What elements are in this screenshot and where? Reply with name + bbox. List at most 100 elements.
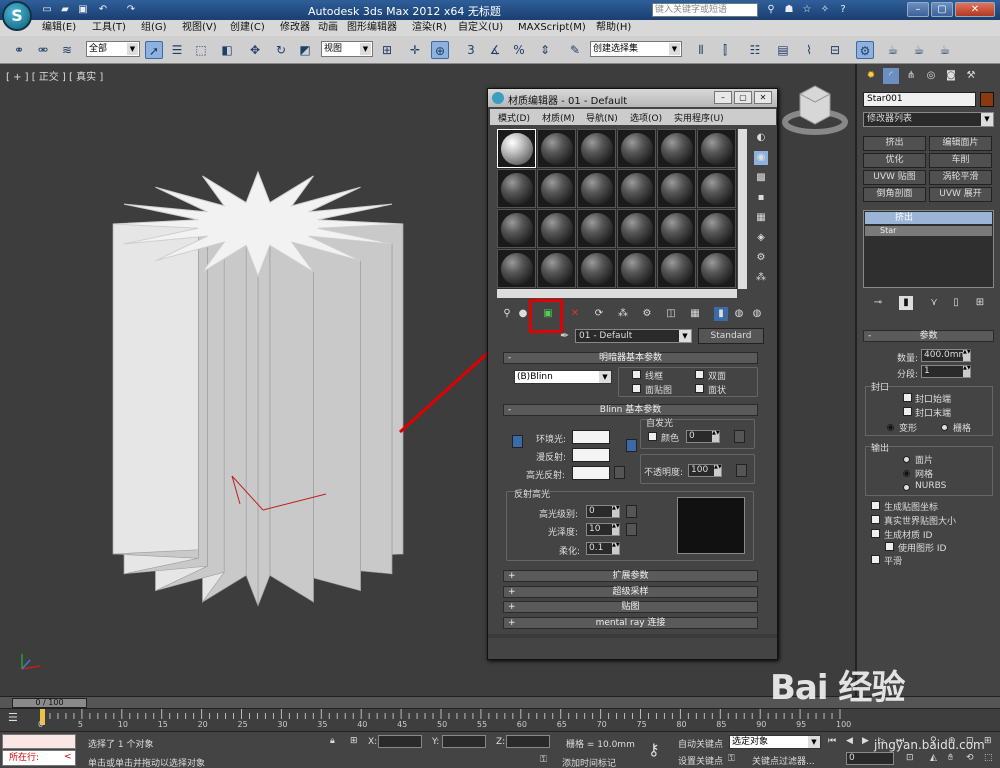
redo-icon[interactable]: ↷ bbox=[124, 3, 138, 16]
face-map-checkbox[interactable] bbox=[632, 384, 641, 393]
selection-filter-select[interactable]: 全部 ▼ bbox=[86, 41, 140, 57]
select-by-name-icon[interactable]: ☰ bbox=[168, 41, 186, 59]
me-maximize-button[interactable]: ▢ bbox=[734, 91, 752, 104]
mental-ray-rollout[interactable]: + mental ray 连接 bbox=[503, 617, 758, 629]
material-sample-slot[interactable] bbox=[697, 209, 736, 248]
material-editor-title-bar[interactable]: 材质编辑器 - 01 - Default – ▢ ✕ bbox=[488, 89, 777, 107]
material-sample-slot[interactable] bbox=[617, 249, 656, 288]
set-key-button[interactable]: 设置关键点 bbox=[678, 754, 723, 767]
slots-vertical-scrollbar[interactable] bbox=[738, 129, 747, 289]
supersampling-rollout[interactable]: + 超级采样 bbox=[503, 586, 758, 598]
play-icon[interactable]: ▶ bbox=[862, 736, 869, 746]
show-end-result-icon[interactable]: ▦ bbox=[688, 307, 702, 321]
add-time-tag-text[interactable]: 添加时间标记 bbox=[562, 756, 616, 768]
material-sample-slot[interactable] bbox=[657, 209, 696, 248]
menu-edit[interactable]: 编辑(E) bbox=[42, 21, 76, 35]
grid-radio[interactable] bbox=[941, 424, 948, 431]
material-sample-slot[interactable] bbox=[497, 129, 536, 168]
display-tab-icon[interactable]: ◙ bbox=[943, 68, 959, 84]
specular-color-swatch[interactable] bbox=[572, 466, 610, 480]
mirror-icon[interactable]: ⫴ bbox=[692, 41, 710, 59]
put-to-library-icon[interactable]: ⁂ bbox=[616, 307, 630, 321]
search-icon[interactable]: ⚲ bbox=[764, 3, 778, 16]
opacity-spinner[interactable]: 100 ▲▼ bbox=[688, 464, 722, 477]
me-menu-mode[interactable]: 模式(D) bbox=[498, 111, 530, 124]
go-to-start-icon[interactable]: ⏮ bbox=[828, 736, 836, 746]
search-input[interactable]: 键入关键字或短语 bbox=[652, 3, 758, 17]
options-icon[interactable]: ⚙ bbox=[754, 251, 768, 265]
mod-button-optimize[interactable]: 优化 bbox=[863, 153, 926, 168]
extrude-side-face[interactable] bbox=[112, 219, 199, 555]
stack-item-extrude[interactable]: 挤出 bbox=[865, 212, 992, 224]
material-name-input[interactable]: 01 - Default ▼ bbox=[575, 329, 692, 343]
schematic-view-icon[interactable]: ⊟ bbox=[826, 41, 844, 59]
hierarchy-tab-icon[interactable]: ⋔ bbox=[903, 68, 919, 84]
named-selection-select[interactable]: 创建选择集 ▼ bbox=[590, 41, 682, 57]
pivot-center-icon[interactable]: ⊞ bbox=[378, 41, 396, 59]
maximize-viewport-icon[interactable]: ⬚ bbox=[984, 753, 993, 763]
rendered-frame-icon[interactable]: ☕ bbox=[910, 41, 928, 59]
mod-button-uvw-map[interactable]: UVW 贴图 bbox=[863, 170, 926, 185]
material-sample-slot[interactable] bbox=[497, 169, 536, 208]
material-sample-slot[interactable] bbox=[537, 129, 576, 168]
motion-tab-icon[interactable]: ◎ bbox=[923, 68, 939, 84]
material-editor-icon[interactable]: ⚙ bbox=[856, 41, 874, 59]
output-patch-radio[interactable] bbox=[903, 456, 910, 463]
material-sample-slot[interactable] bbox=[577, 129, 616, 168]
make-preview-icon[interactable]: ◈ bbox=[754, 231, 768, 245]
modify-tab-icon[interactable]: ◜ bbox=[883, 68, 899, 84]
link-icon[interactable]: ⚭ bbox=[10, 41, 28, 59]
star-icon[interactable]: ☆ bbox=[800, 3, 814, 16]
lock-ambient-diffuse-button[interactable] bbox=[512, 435, 523, 448]
material-sample-slot[interactable] bbox=[657, 249, 696, 288]
self-illum-spinner[interactable]: 0 ▲▼ bbox=[686, 430, 720, 443]
menu-help[interactable]: 帮助(H) bbox=[596, 21, 631, 35]
angle-snap-icon[interactable]: ∡ bbox=[486, 41, 504, 59]
material-sample-slot[interactable] bbox=[537, 169, 576, 208]
morph-radio[interactable] bbox=[887, 424, 894, 431]
blinn-rollout-header[interactable]: - Blinn 基本参数 bbox=[503, 404, 758, 416]
menu-graph-editors[interactable]: 图形编辑器 bbox=[347, 21, 397, 35]
material-sample-slot[interactable] bbox=[697, 249, 736, 288]
tools-icon[interactable]: ✧ bbox=[818, 3, 832, 16]
mod-button-extrude[interactable]: 挤出 bbox=[863, 136, 926, 151]
open-file-icon[interactable]: ▰ bbox=[58, 3, 72, 16]
window-crossing-icon[interactable]: ◧ bbox=[218, 41, 236, 59]
material-sample-slot[interactable] bbox=[617, 129, 656, 168]
material-sample-slot[interactable] bbox=[497, 209, 536, 248]
material-sample-slot[interactable] bbox=[657, 129, 696, 168]
scale-icon[interactable]: ◩ bbox=[296, 41, 314, 59]
menu-tools[interactable]: 工具(T) bbox=[92, 21, 126, 35]
time-slider-thumb[interactable]: 0 / 100 bbox=[12, 698, 87, 708]
extended-params-rollout[interactable]: + 扩展参数 bbox=[503, 570, 758, 582]
keyboard-shortcut-icon[interactable]: ⊕ bbox=[431, 41, 449, 59]
maxscript-listener-mini[interactable] bbox=[2, 734, 76, 749]
wire-checkbox[interactable] bbox=[632, 370, 641, 379]
rect-selection-icon[interactable]: ⬚ bbox=[192, 41, 210, 59]
me-menu-options[interactable]: 选项(O) bbox=[630, 111, 662, 124]
transform-mode-icon[interactable]: ⊞ bbox=[350, 736, 358, 746]
menu-views[interactable]: 视图(V) bbox=[182, 21, 217, 35]
material-sample-slot[interactable] bbox=[577, 209, 616, 248]
create-tab-icon[interactable]: ✹ bbox=[863, 68, 879, 84]
menu-customize[interactable]: 自定义(U) bbox=[458, 21, 503, 35]
material-sample-slot[interactable] bbox=[657, 169, 696, 208]
ambient-color-swatch[interactable] bbox=[572, 430, 610, 444]
layer-manager-icon[interactable]: ☷ bbox=[746, 41, 764, 59]
lock-selection-icon[interactable]: 🔒︎ bbox=[330, 736, 335, 746]
mod-button-unwrap-uvw[interactable]: UVW 展开 bbox=[929, 187, 992, 202]
material-id-icon[interactable]: ⚙ bbox=[640, 307, 654, 321]
help-icon[interactable]: ? bbox=[836, 3, 850, 16]
new-file-icon[interactable]: ▭ bbox=[40, 3, 54, 16]
reference-coord-select[interactable]: 视图 ▼ bbox=[321, 41, 373, 57]
auto-key-button[interactable]: 自动关键点 bbox=[678, 737, 723, 750]
diffuse-color-swatch[interactable] bbox=[572, 448, 610, 462]
eyedropper-icon[interactable]: ✒ bbox=[560, 329, 569, 342]
opacity-map-button[interactable] bbox=[736, 464, 747, 477]
show-map-icon[interactable]: ◫ bbox=[664, 307, 678, 321]
sign-in-icon[interactable]: ☗ bbox=[782, 3, 796, 16]
configure-sets-icon[interactable]: ⊞ bbox=[973, 296, 987, 310]
rotate-icon[interactable]: ↻ bbox=[272, 41, 290, 59]
specular-level-map-button[interactable] bbox=[626, 505, 637, 518]
glossiness-map-button[interactable] bbox=[626, 523, 637, 536]
